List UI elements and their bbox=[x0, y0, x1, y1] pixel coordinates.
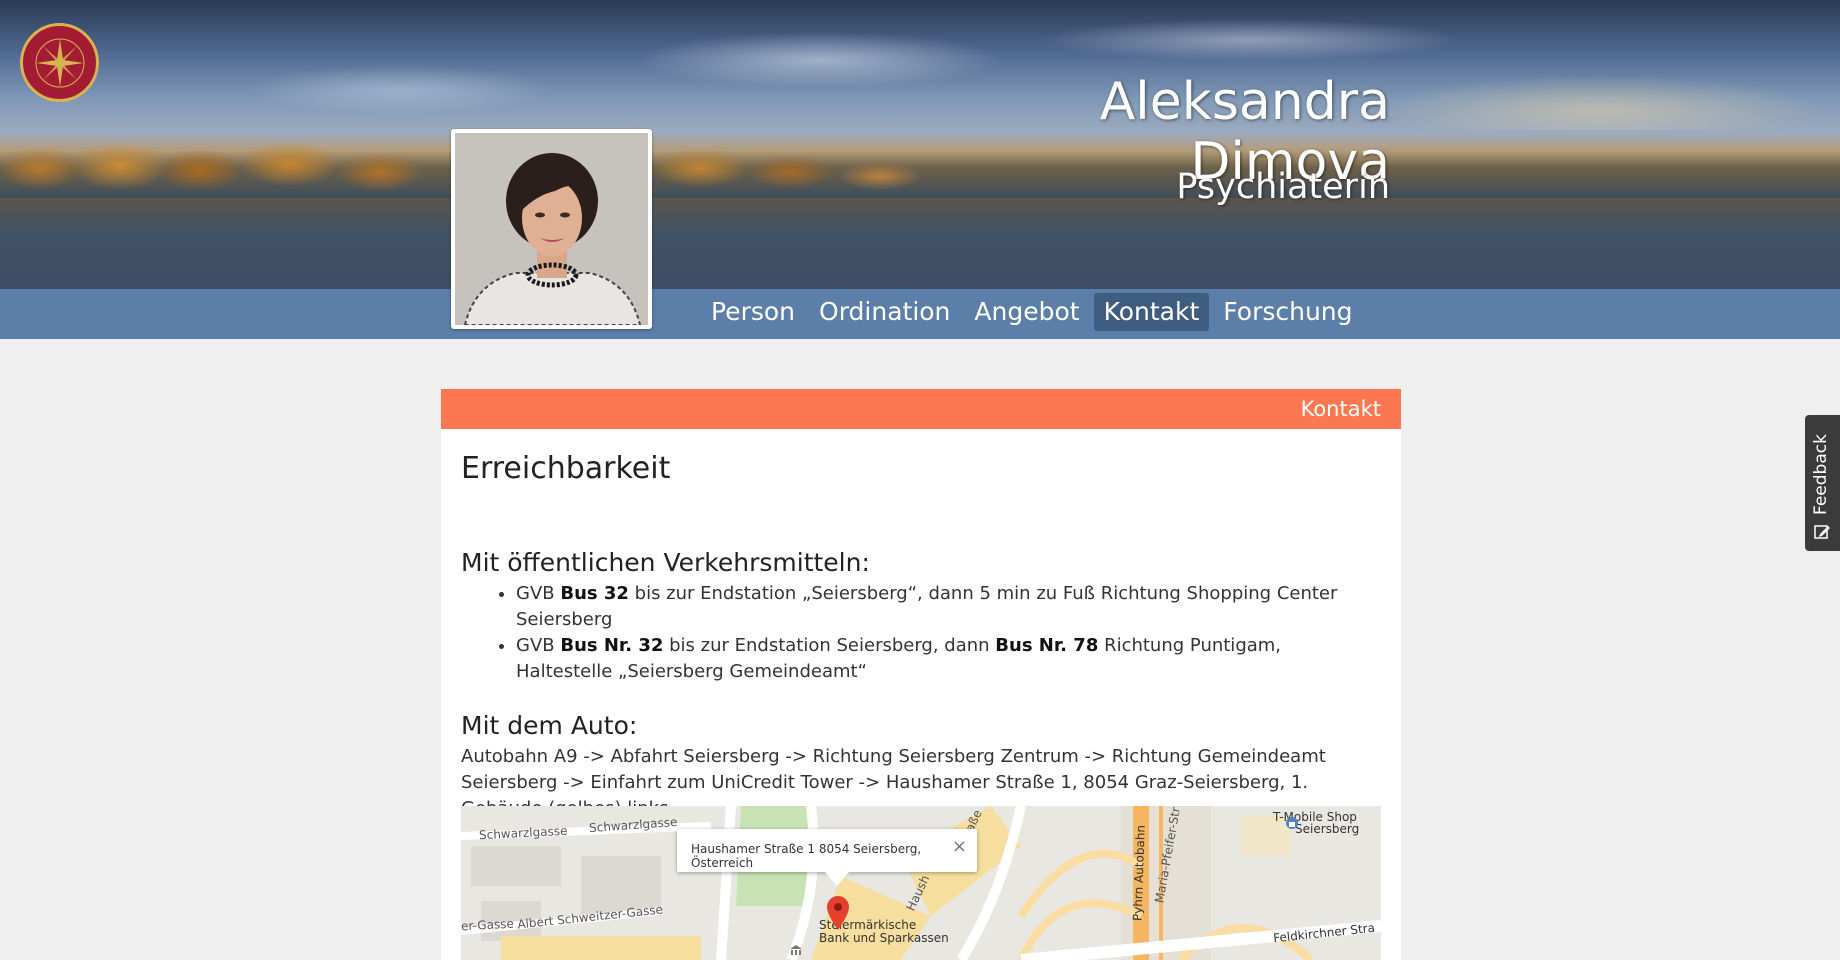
section-header: Kontakt bbox=[441, 389, 1401, 429]
nav-list: Person Ordination Angebot Kontakt Forsch… bbox=[701, 293, 1367, 331]
main-navigation: Person Ordination Angebot Kontakt Forsch… bbox=[0, 289, 1840, 339]
section-label: Kontakt bbox=[1300, 397, 1381, 421]
list-item-text: GVB bbox=[516, 583, 561, 604]
compass-logo-icon[interactable] bbox=[20, 23, 99, 102]
map-place-label: Seiersberg bbox=[1295, 822, 1360, 836]
feedback-label: Feedback bbox=[1811, 434, 1831, 515]
map-info-window: Haushamer Straße 1 8054 Seiersberg, Öste… bbox=[677, 829, 977, 886]
nav-item-ordination[interactable]: Ordination bbox=[809, 293, 960, 331]
bus-number: Bus Nr. 32 bbox=[560, 635, 664, 656]
bus-number: Bus Nr. 78 bbox=[995, 635, 1099, 656]
map-address: Haushamer Straße 1 8054 Seiersberg, Öste… bbox=[691, 842, 922, 870]
map-place-label: Bank und Sparkassen bbox=[819, 931, 949, 945]
page-heading: Erreichbarkeit bbox=[461, 451, 671, 486]
nav-item-forschung[interactable]: Forschung bbox=[1213, 293, 1362, 331]
banner-water bbox=[0, 198, 1840, 289]
map-marker-icon[interactable] bbox=[827, 896, 849, 930]
shop-icon bbox=[1286, 817, 1298, 829]
list-item: GVB Bus Nr. 32 bis zur Endstation Seiers… bbox=[516, 633, 1381, 685]
nav-item-angebot[interactable]: Angebot bbox=[964, 293, 1089, 331]
portrait-photo bbox=[455, 133, 648, 325]
card-body: Erreichbarkeit Mit öffentlichen Verkehrs… bbox=[441, 451, 1401, 822]
public-transport-heading: Mit öffentlichen Verkehrsmitteln: bbox=[461, 548, 870, 577]
close-icon[interactable]: × bbox=[952, 836, 967, 857]
site-subtitle: Psychiaterin bbox=[1176, 167, 1390, 207]
list-item-text: GVB bbox=[516, 635, 561, 656]
location-map[interactable]: Schwarzlgasse Schwarzlgasse er-Gasse Alb… bbox=[461, 806, 1381, 960]
public-transport-list: GVB Bus 32 bis zur Endstation „Seiersber… bbox=[461, 581, 1381, 685]
bank-icon bbox=[790, 945, 802, 955]
list-item: GVB Bus 32 bis zur Endstation „Seiersber… bbox=[516, 581, 1381, 633]
profile-portrait bbox=[451, 129, 652, 329]
map-street-label: er-Gasse bbox=[461, 916, 515, 934]
contact-card: Kontakt Erreichbarkeit Mit öffentlichen … bbox=[441, 389, 1401, 960]
car-heading: Mit dem Auto: bbox=[461, 711, 638, 740]
list-item-text: bis zur Endstation Seiersberg, dann bbox=[663, 635, 996, 656]
header-banner: Aleksandra Dimova Psychiaterin bbox=[0, 0, 1840, 289]
list-item-text: bis zur Endstation „Seiersberg“, dann 5 … bbox=[516, 583, 1338, 630]
nav-item-person[interactable]: Person bbox=[701, 293, 805, 331]
feedback-tab[interactable]: Feedback bbox=[1805, 415, 1840, 551]
nav-item-kontakt[interactable]: Kontakt bbox=[1093, 293, 1210, 331]
bus-number: Bus 32 bbox=[560, 583, 629, 604]
edit-icon bbox=[1814, 525, 1830, 539]
